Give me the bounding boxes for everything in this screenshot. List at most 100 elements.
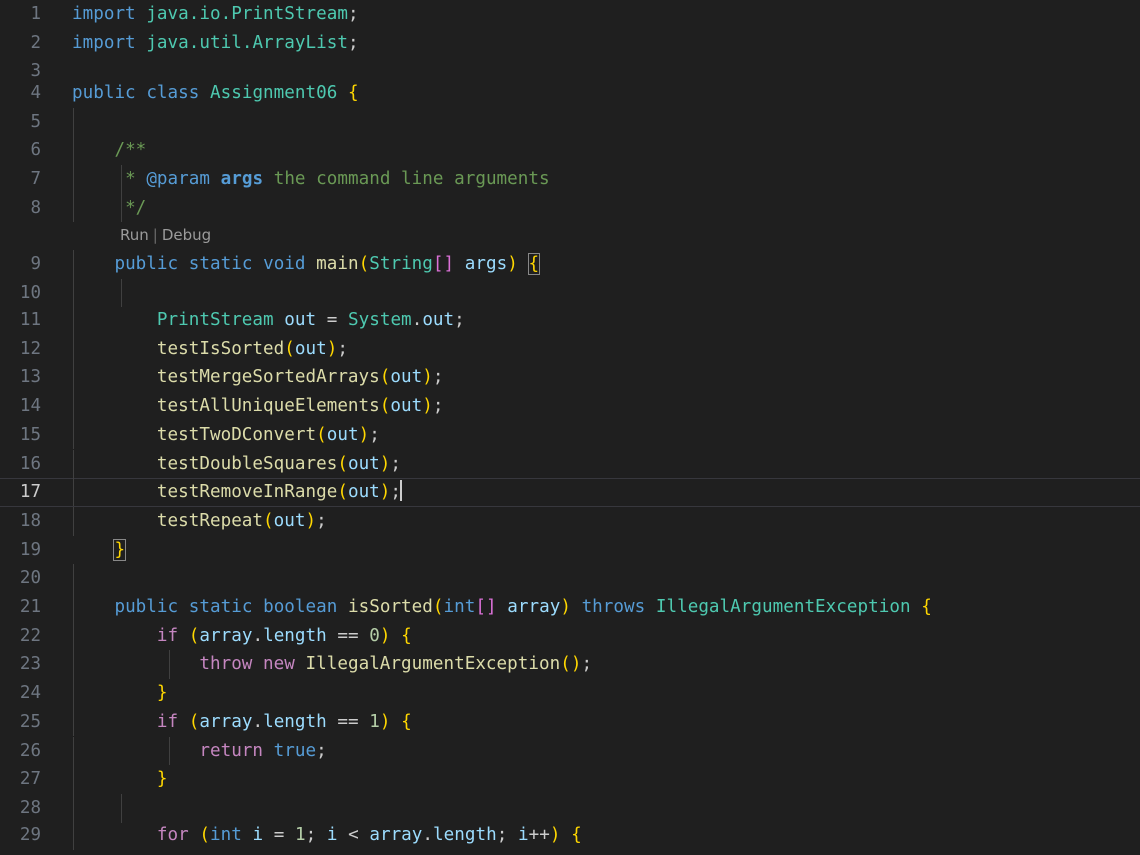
line-content[interactable]: public static void main(String[] args) { xyxy=(72,250,541,279)
line-content[interactable]: * @param args the command line arguments xyxy=(72,165,550,194)
code-line[interactable]: 9 public static void main(String[] args)… xyxy=(0,250,1140,279)
line-number: 20 xyxy=(19,568,41,589)
code-line[interactable]: 23 throw new IllegalArgumentException(); xyxy=(0,650,1140,680)
line-content[interactable]: testAllUniqueElements(out); xyxy=(72,392,444,421)
token-punctuation: ; xyxy=(496,825,508,845)
line-number: 8 xyxy=(30,197,41,218)
line-content[interactable]: testRepeat(out); xyxy=(72,507,327,536)
code-line[interactable]: 19 } xyxy=(0,536,1140,565)
token-keyword: static xyxy=(188,597,253,617)
code-line[interactable]: 11 PrintStream out = System.out; xyxy=(0,306,1140,335)
code-line[interactable]: 2 import java.util.ArrayList; xyxy=(0,29,1140,58)
code-line[interactable]: 1 import java.io.PrintStream; xyxy=(0,0,1140,29)
code-line[interactable]: 27 } xyxy=(0,765,1140,794)
token-method-name: main xyxy=(316,254,359,274)
token-paren-open: ( xyxy=(263,510,274,531)
line-content[interactable]: for (int i = 1; i < array.length; i++) { xyxy=(72,821,582,850)
token-keyword: public xyxy=(72,83,136,103)
code-line[interactable]: 16 testDoubleSquares(out); xyxy=(0,449,1140,479)
code-line[interactable]: 21 public static boolean isSorted(int[] … xyxy=(0,593,1140,622)
line-content[interactable]: throw new IllegalArgumentException(); xyxy=(72,650,592,679)
token-control-keyword: new xyxy=(263,654,295,675)
token-paren-open: ( xyxy=(188,625,200,646)
codelens-separator: | xyxy=(152,226,158,244)
line-content[interactable]: import java.util.ArrayList; xyxy=(72,29,359,58)
line-content[interactable]: */ xyxy=(72,194,146,223)
line-content[interactable]: import java.io.PrintStream; xyxy=(72,0,359,29)
code-line[interactable]: 28 xyxy=(0,793,1140,823)
token-keyword: public xyxy=(114,597,179,617)
code-line[interactable]: 5 xyxy=(0,107,1140,137)
token-method-name: isSorted xyxy=(348,597,433,617)
token-control-keyword: throw xyxy=(199,654,253,675)
line-content[interactable]: testTwoDConvert(out); xyxy=(72,421,380,450)
token-package: java.util. xyxy=(146,32,253,53)
code-line[interactable]: 24 } xyxy=(0,679,1140,708)
code-line[interactable]: 22 if (array.length == 0) { xyxy=(0,621,1140,651)
token-argument: out xyxy=(390,396,423,417)
indent-guide xyxy=(73,564,74,593)
token-paren-open: ( xyxy=(337,482,348,503)
token-paren-open: ( xyxy=(188,711,200,732)
code-line[interactable]: 14 testAllUniqueElements(out); xyxy=(0,392,1140,421)
code-line[interactable]: 18 testRepeat(out); xyxy=(0,506,1140,536)
token-punctuation: ; xyxy=(347,32,359,53)
code-line[interactable]: 7 * @param args the command line argumen… xyxy=(0,165,1140,194)
code-line[interactable]: 8 */ xyxy=(0,193,1140,223)
line-content[interactable]: if (array.length == 0) { xyxy=(72,622,412,651)
line-number: 25 xyxy=(19,711,41,732)
line-content[interactable]: } xyxy=(72,765,168,794)
line-content[interactable]: /** xyxy=(72,136,146,165)
line-content[interactable]: return true; xyxy=(72,737,327,766)
token-brace-open: { xyxy=(401,625,412,646)
code-line[interactable]: 20 xyxy=(0,564,1140,593)
codelens-run-link[interactable]: Run xyxy=(120,226,149,244)
code-line-active[interactable]: 17 testRemoveInRange(out); xyxy=(0,478,1140,507)
code-line[interactable]: 29 for (int i = 1; i < array.length; i++… xyxy=(0,821,1140,850)
token-package: java.io. xyxy=(146,4,232,24)
token-punctuation: ; xyxy=(369,424,380,445)
code-line[interactable]: 12 testIsSorted(out); xyxy=(0,334,1140,364)
token-keyword: int xyxy=(210,825,242,845)
token-javadoc-tag: @param xyxy=(146,169,210,190)
token-control-keyword: if xyxy=(156,625,179,646)
code-line[interactable]: 13 testMergeSortedArrays(out); xyxy=(0,363,1140,393)
token-keyword: class xyxy=(146,83,200,103)
code-line[interactable]: 15 testTwoDConvert(out); xyxy=(0,420,1140,450)
token-punctuation: . xyxy=(252,711,264,732)
line-content[interactable]: public static boolean isSorted(int[] arr… xyxy=(72,593,932,622)
code-line[interactable]: 26 return true; xyxy=(0,736,1140,766)
token-paren-close: ) xyxy=(305,510,317,531)
token-brace-open: { xyxy=(347,83,359,103)
token-argument: out xyxy=(390,367,423,388)
token-paren-close: ) xyxy=(570,654,582,675)
line-content[interactable]: public class Assignment06 { xyxy=(72,79,359,108)
code-editor[interactable]: 1 import java.io.PrintStream; 2 import j… xyxy=(0,0,1140,855)
line-content[interactable]: } xyxy=(72,536,127,565)
token-paren-open: ( xyxy=(199,825,210,845)
line-content[interactable]: } xyxy=(72,679,168,708)
line-content[interactable]: PrintStream out = System.out; xyxy=(72,306,465,335)
code-line[interactable]: 4 public class Assignment06 { xyxy=(0,79,1140,108)
token-bracket-open: [ xyxy=(432,254,444,274)
token-variable: array xyxy=(369,825,423,845)
token-operator: ++ xyxy=(528,825,550,845)
token-punctuation: . xyxy=(252,625,264,646)
code-line[interactable]: 25 if (array.length == 1) { xyxy=(0,707,1140,737)
token-class-name: Assignment06 xyxy=(210,83,338,103)
token-method-call: testTwoDConvert xyxy=(156,424,317,445)
codelens-annotation: Run | Debug xyxy=(120,223,211,248)
token-boolean-literal: true xyxy=(273,740,317,761)
line-number: 18 xyxy=(19,510,41,531)
code-line[interactable]: 10 xyxy=(0,278,1140,308)
line-number: 23 xyxy=(19,654,41,675)
codelens-debug-link[interactable]: Debug xyxy=(162,226,211,244)
line-content[interactable]: testDoubleSquares(out); xyxy=(72,450,401,479)
token-operator: < xyxy=(348,825,359,845)
line-content[interactable]: if (array.length == 1) { xyxy=(72,708,412,737)
line-content[interactable]: testMergeSortedArrays(out); xyxy=(72,363,444,392)
line-content[interactable]: testIsSorted(out); xyxy=(72,335,348,364)
code-line[interactable]: 6 /** xyxy=(0,136,1140,166)
token-variable: i xyxy=(252,825,264,845)
line-content[interactable]: testRemoveInRange(out); xyxy=(72,478,403,507)
